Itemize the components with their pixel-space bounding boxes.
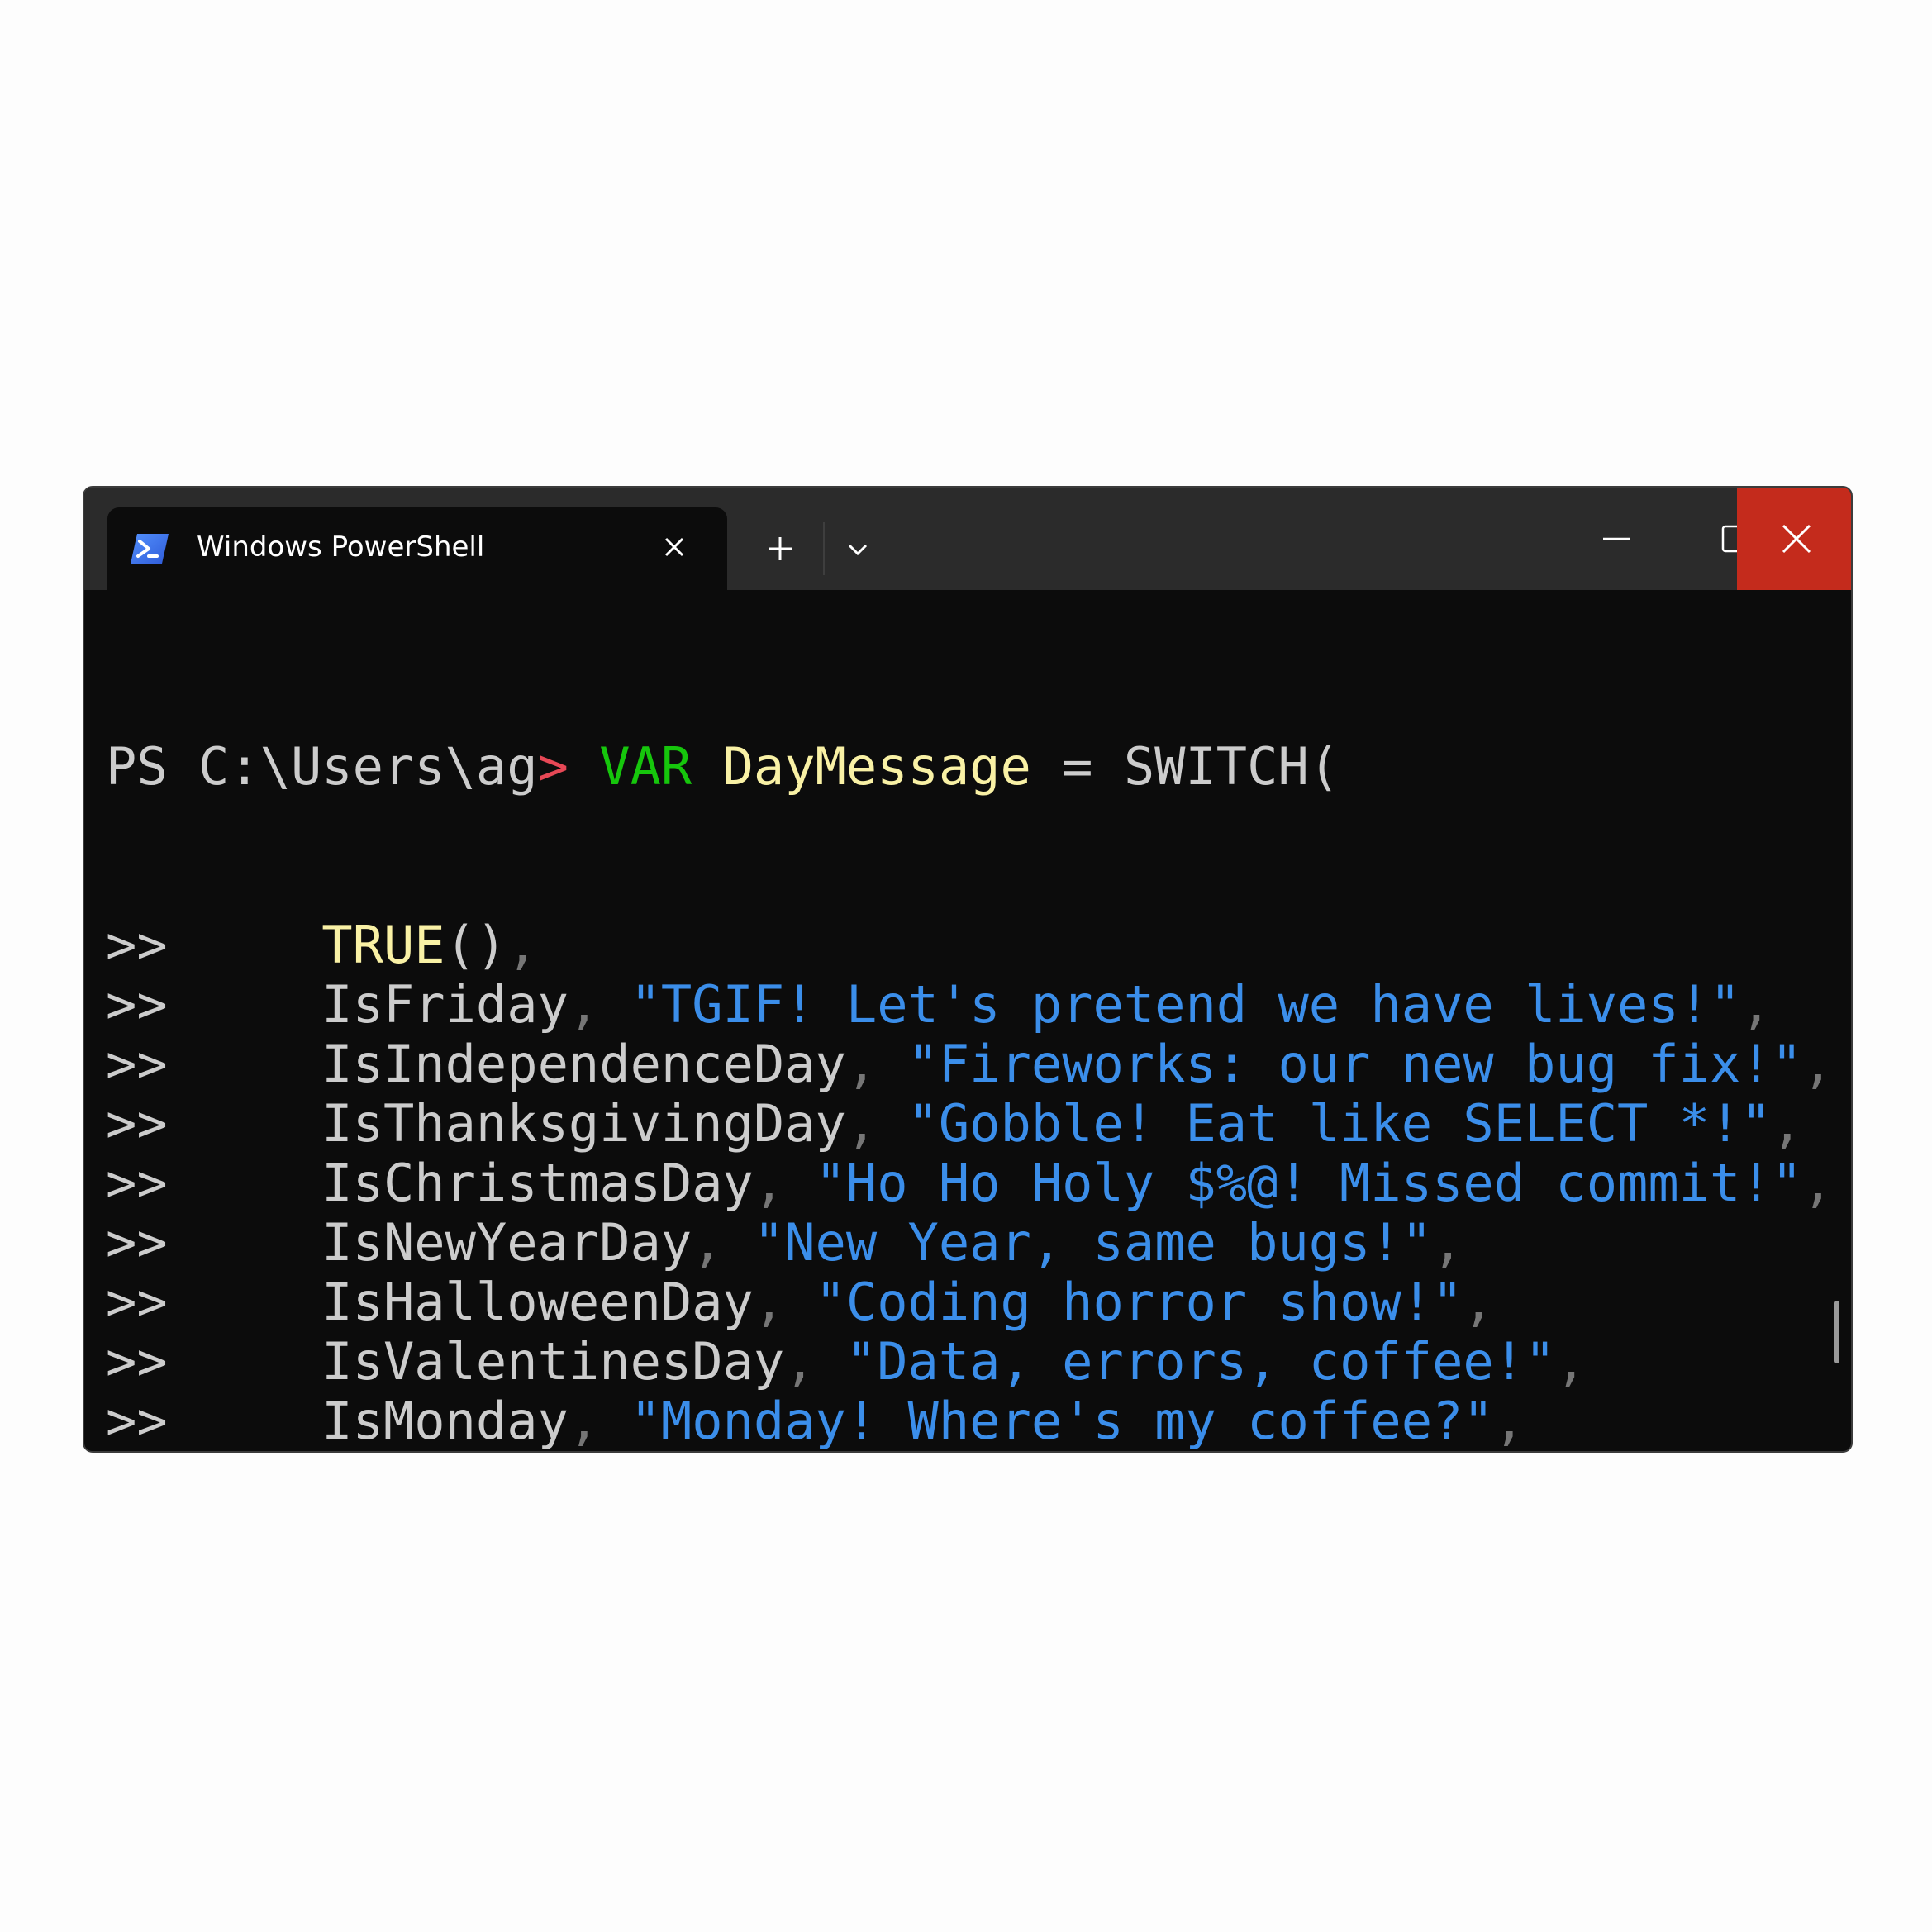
continuation-line: >> TRUE(), <box>106 916 1825 975</box>
condition-name: IsValentinesDay <box>321 1331 785 1392</box>
trailing-comma: , <box>1740 974 1772 1035</box>
separator: , <box>753 1272 785 1332</box>
switch-call: = SWITCH( <box>1030 736 1340 797</box>
function-name: TRUE <box>321 915 445 975</box>
condition-name: IsChristmasDay <box>321 1153 754 1213</box>
continuation-prompt: >> <box>106 1034 168 1094</box>
string-literal: "Monday! Where's my coffee?" <box>630 1391 1494 1451</box>
condition-name: IsFriday <box>321 974 569 1035</box>
continuation-prompt: >> <box>106 1331 168 1392</box>
separator: , <box>599 1450 630 1452</box>
string-literal: "TGIF! Let's pretend we have lives!" <box>630 974 1741 1035</box>
continuation-prompt: >> <box>106 974 168 1035</box>
continuation-prompt: >> <box>106 1450 168 1452</box>
separator: , <box>568 1391 600 1451</box>
separator: , <box>568 974 600 1035</box>
continuation-line: >> IsValentinesDay, "Data, errors, coffe… <box>106 1332 1825 1392</box>
trailing-comma: , <box>1463 1272 1494 1332</box>
separator: , <box>753 1153 785 1213</box>
continuation-line: >> IsNewYearDay, "New Year, same bugs!", <box>106 1213 1825 1273</box>
string-literal: "New Year, same bugs!" <box>753 1212 1433 1273</box>
continuation-line: >> IsChristmasDay, "Ho Ho Holy $%@! Miss… <box>106 1153 1833 1213</box>
trailing-comma: , <box>1493 1391 1525 1451</box>
function-parens: () <box>445 915 507 975</box>
close-icon <box>1782 524 1811 554</box>
string-literal: "Ho Ho Holy $%@! Missed commit!" <box>815 1153 1803 1213</box>
powershell-icon <box>131 532 169 565</box>
string-literal: "Gobble! Eat like SELECT *!" <box>907 1093 1772 1154</box>
variable-name: DayMessage <box>722 736 1031 797</box>
tab-title: Windows PowerShell <box>197 531 485 564</box>
keyword: VAR <box>599 736 692 797</box>
string-literal: "Coding horror show!" <box>815 1272 1463 1332</box>
continuation-line: >> IsMidweek, "Keep calm, weekend soon!"… <box>106 1450 1494 1452</box>
continuation-prompt: >> <box>106 1153 168 1213</box>
trailing-comma: , <box>1771 1093 1803 1154</box>
condition-name: IsMidweek <box>321 1450 599 1452</box>
command-line: PS C:\Users\ag> VAR DayMessage = SWITCH( <box>106 737 1825 797</box>
separator: , <box>845 1093 878 1154</box>
continuation-prompt: >> <box>106 1093 168 1154</box>
tab-dropdown-button[interactable] <box>833 524 883 573</box>
prompt-path: PS C:\Users\ag <box>106 736 538 797</box>
string-literal: "Data, errors, coffee!" <box>845 1331 1556 1392</box>
continuation-line: >> IsThanksgivingDay, "Gobble! Eat like … <box>106 1094 1825 1154</box>
trailing-comma: , <box>507 915 538 975</box>
separator: , <box>692 1212 723 1273</box>
trailing-comma: , <box>1555 1331 1587 1392</box>
condition-name: IsThanksgivingDay <box>321 1093 846 1154</box>
separator: , <box>845 1034 878 1094</box>
condition-name: IsIndependenceDay <box>321 1034 846 1094</box>
string-literal: "Fireworks: our new bug fix!" <box>907 1034 1803 1094</box>
string-literal: "Keep calm, weekend soon!" <box>661 1450 1463 1452</box>
title-bar: Windows PowerShell <box>84 488 1851 590</box>
continuation-line: >> IsFriday, "TGIF! Let's pretend we hav… <box>106 975 1825 1035</box>
scrollbar-thumb[interactable] <box>1834 1301 1839 1363</box>
continuation-line: >> IsHalloweenDay, "Coding horror show!"… <box>106 1273 1825 1332</box>
continuation-prompt: >> <box>106 1272 168 1332</box>
terminal-window: Windows PowerShell PS C:\Users\ag> VAR D… <box>83 486 1853 1453</box>
tab-close-icon[interactable] <box>658 531 691 564</box>
continuation-line: >> IsIndependenceDay, "Fireworks: our ne… <box>106 1034 1833 1094</box>
prompt-char: > <box>537 736 569 797</box>
trailing-comma: , <box>1463 1450 1493 1452</box>
trailing-comma: , <box>1432 1212 1463 1273</box>
continuation-prompt: >> <box>106 1212 168 1273</box>
separator: , <box>784 1331 816 1392</box>
titlebar-divider <box>823 522 825 575</box>
continuation-prompt: >> <box>106 915 168 975</box>
minimize-button[interactable] <box>1557 488 1676 590</box>
console-output[interactable]: PS C:\Users\ag> VAR DayMessage = SWITCH(… <box>106 618 1833 1452</box>
new-tab-button[interactable] <box>755 524 805 573</box>
continuation-lines: >> TRUE(), >> IsFriday, "TGIF! Let's pret… <box>106 916 1833 1452</box>
continuation-line: >> IsMonday, "Monday! Where's my coffee?… <box>106 1392 1825 1451</box>
tab-windows-powershell[interactable]: Windows PowerShell <box>107 507 727 590</box>
condition-name: IsMonday <box>321 1391 569 1451</box>
continuation-prompt: >> <box>106 1391 168 1451</box>
trailing-comma: , <box>1802 1153 1834 1213</box>
trailing-comma: , <box>1802 1034 1834 1094</box>
plus-icon <box>769 537 792 560</box>
condition-name: IsHalloweenDay <box>321 1272 754 1332</box>
condition-name: IsNewYearDay <box>321 1212 692 1273</box>
minimize-icon <box>1603 537 1630 540</box>
close-window-button[interactable] <box>1737 488 1851 590</box>
chevron-down-icon <box>848 544 868 556</box>
